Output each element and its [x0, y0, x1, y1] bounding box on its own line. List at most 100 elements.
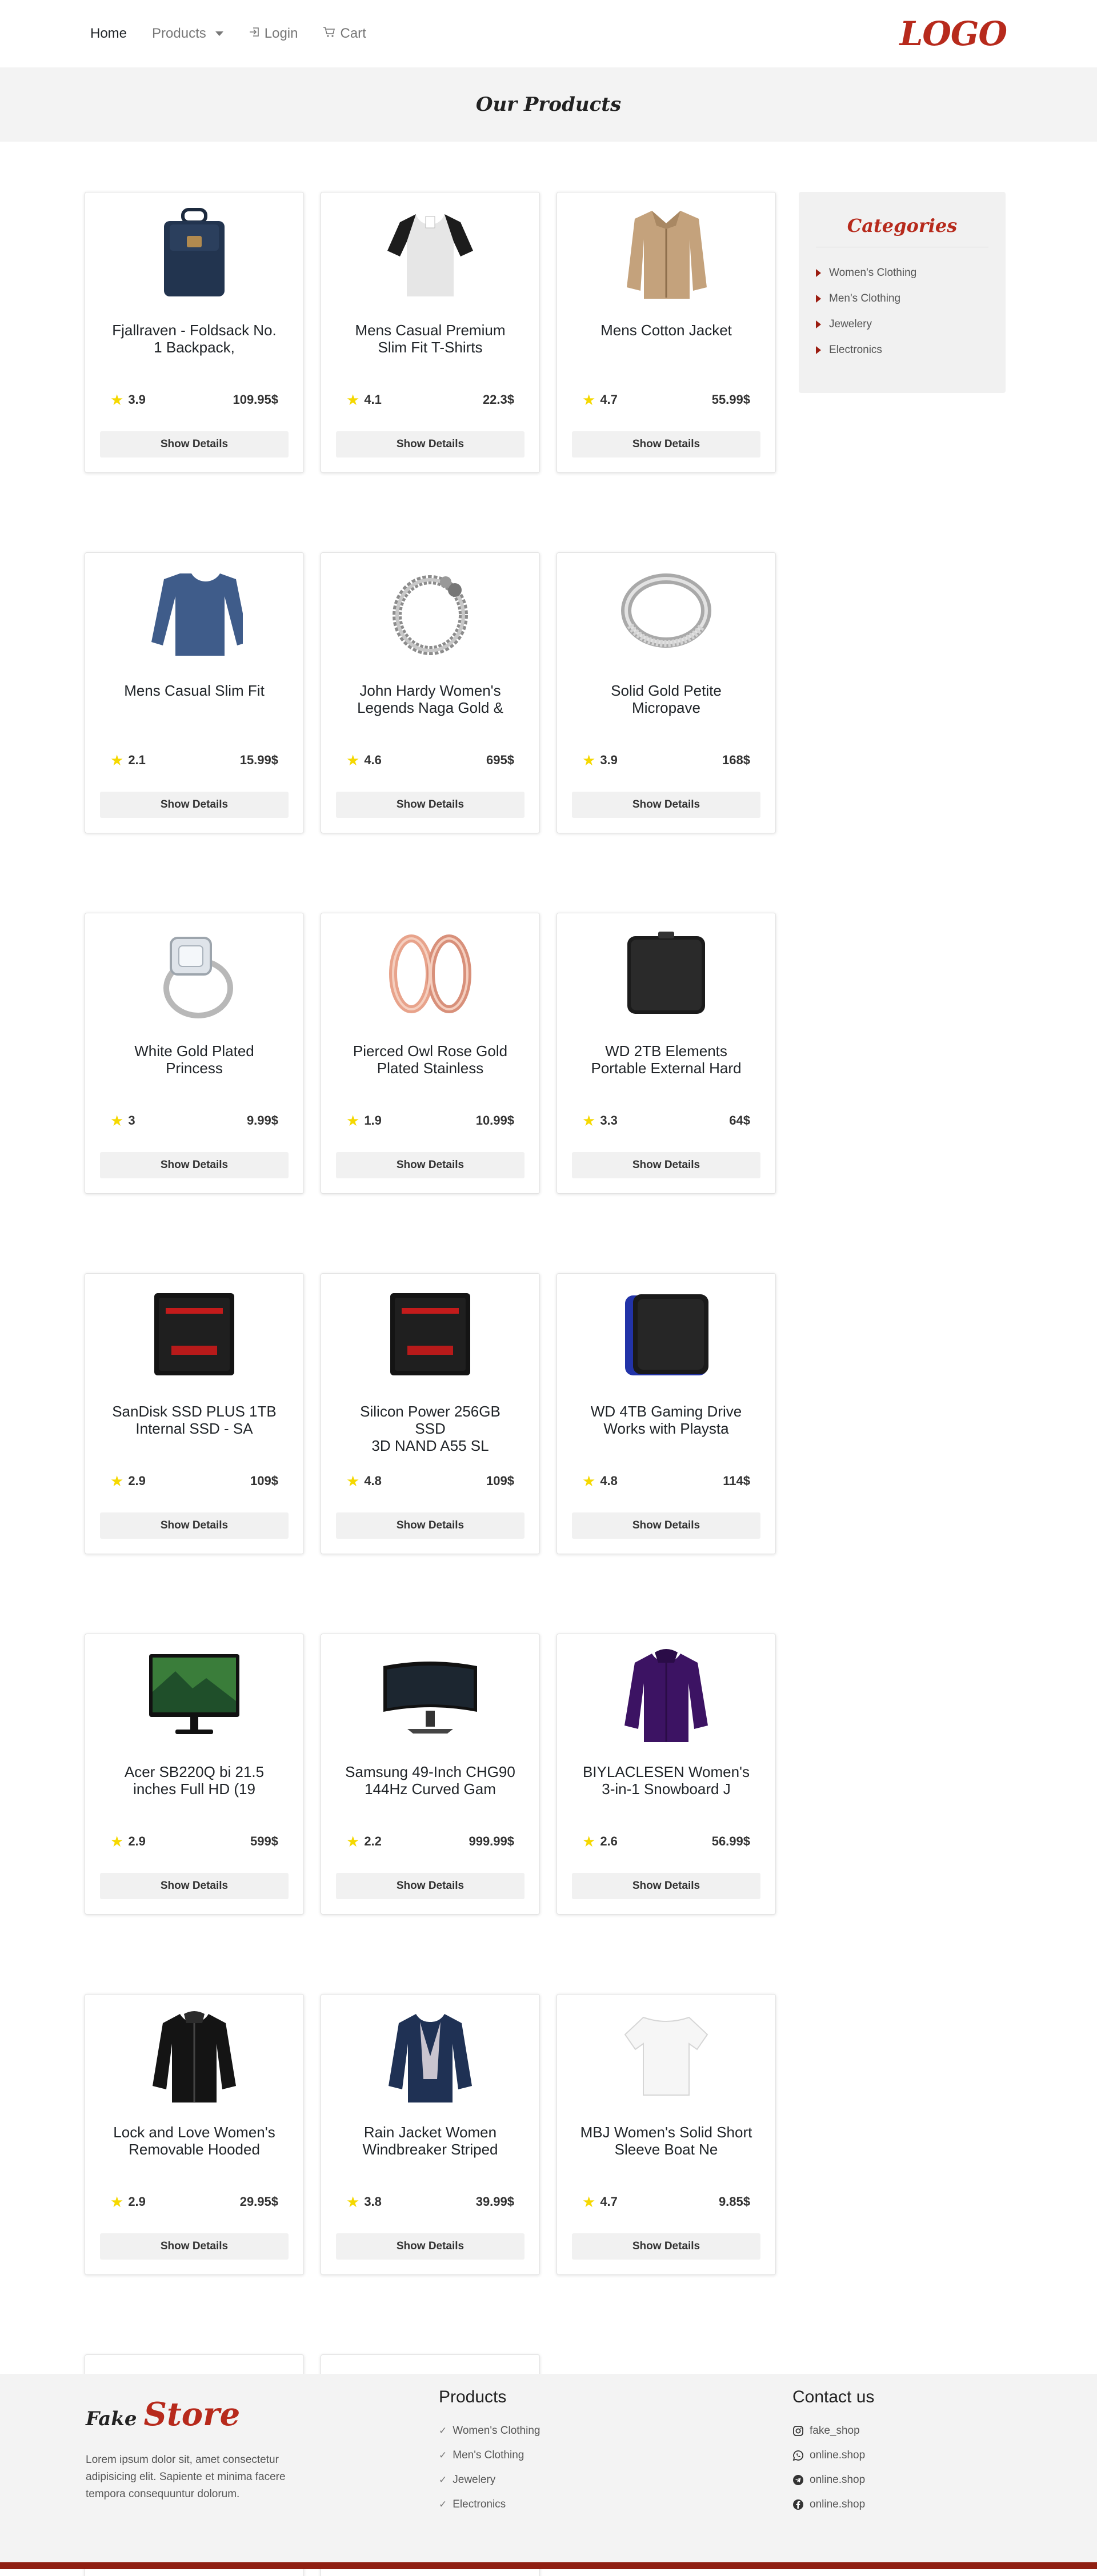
- product-card[interactable]: Rain Jacket Women Windbreaker Striped ★ 3.8…: [321, 1994, 540, 2275]
- show-details-button[interactable]: Show Details: [336, 431, 525, 458]
- product-card[interactable]: John Hardy Women's Legends Naga Gold & ★ 4.…: [321, 552, 540, 833]
- product-card[interactable]: MBJ Women's Solid Short Sleeve Boat Ne ★ 4.…: [556, 1994, 776, 2275]
- categories-sidebar: Categories Women's Clothing Men's Clothi…: [799, 192, 1006, 393]
- category-item-jewelery[interactable]: Jewelery: [816, 311, 988, 337]
- footer-product-link[interactable]: ✓ Men's Clothing: [439, 2443, 540, 2467]
- footer-description: Lorem ipsum dolor sit, amet consectetur …: [86, 2454, 286, 2500]
- product-card[interactable]: BIYLACLESEN Women's 3-in-1 Snowboard J ★ 2.…: [556, 1634, 776, 1915]
- footer-product-link[interactable]: ✓ Electronics: [439, 2492, 540, 2517]
- product-title-line: Princess: [166, 1060, 223, 1077]
- category-item-mens-clothing[interactable]: Men's Clothing: [816, 286, 988, 311]
- product-card[interactable]: White Gold Plated Princess ★ 3 9.99$ Show Det…: [85, 913, 304, 1194]
- product-rating: ★ 4.8: [582, 1474, 618, 1488]
- product-title-line: inches Full HD (19: [133, 1780, 255, 1797]
- product-rating-value: 3.8: [364, 2194, 382, 2209]
- bracelet-icon[interactable]: [321, 564, 539, 663]
- ring-icon[interactable]: [557, 564, 775, 663]
- product-card[interactable]: WD 2TB Elements Portable External Hard ★ 3.…: [556, 913, 776, 1194]
- tshirt-icon[interactable]: [321, 204, 539, 302]
- show-details-button[interactable]: Show Details: [100, 1512, 289, 1539]
- nav-login-link[interactable]: Login: [249, 26, 298, 42]
- longsleeve-icon[interactable]: [85, 564, 303, 663]
- product-price: 168$: [722, 753, 750, 767]
- category-item-womens-clothing[interactable]: Women's Clothing: [816, 260, 988, 286]
- show-details-button[interactable]: Show Details: [336, 1152, 525, 1178]
- show-details-button[interactable]: Show Details: [572, 1512, 760, 1539]
- product-card[interactable]: Fjallraven - Foldsack No. 1 Backpack, ★ 3.9…: [85, 192, 304, 473]
- product-card[interactable]: Mens Casual Premium Slim Fit T-Shirts ★ 4.1…: [321, 192, 540, 473]
- product-title: WD 2TB Elements Portable External Hard: [580, 1042, 752, 1077]
- ssd-icon[interactable]: [321, 1285, 539, 1383]
- show-details-button[interactable]: Show Details: [336, 1512, 525, 1539]
- product-card[interactable]: Solid Gold Petite Micropave ★ 3.9 168$ Show D…: [556, 552, 776, 833]
- product-card[interactable]: Mens Cotton Jacket ★ 4.7 55.99$ Show Details: [556, 192, 776, 473]
- product-card[interactable]: SanDisk SSD PLUS 1TB Internal SSD - SA ★ 2.…: [85, 1273, 304, 1554]
- show-details-button[interactable]: Show Details: [336, 1873, 525, 1899]
- show-details-button[interactable]: Show Details: [100, 1152, 289, 1178]
- white-top-icon[interactable]: [557, 2006, 775, 2104]
- nav-cart-link[interactable]: Cart: [323, 26, 366, 42]
- show-details-button[interactable]: Show Details: [572, 792, 760, 818]
- product-price: 9.85$: [718, 2194, 750, 2209]
- product-meta: ★ 3 9.99$: [110, 1113, 278, 1128]
- show-details-button[interactable]: Show Details: [572, 1152, 760, 1178]
- show-details-button[interactable]: Show Details: [572, 1873, 760, 1899]
- show-details-button[interactable]: Show Details: [100, 1873, 289, 1899]
- hard-drive-icon[interactable]: [557, 925, 775, 1023]
- product-card[interactable]: Mens Casual Slim Fit ★ 2.1 15.99$ Show Detai…: [85, 552, 304, 833]
- contact-whatsapp-link[interactable]: online.shop: [792, 2443, 874, 2467]
- show-details-button[interactable]: Show Details: [572, 2233, 760, 2260]
- product-card[interactable]: Pierced Owl Rose Gold Plated Stainless ★ 1.…: [321, 913, 540, 1194]
- ssd-icon[interactable]: [85, 1285, 303, 1383]
- product-price: 10.99$: [475, 1113, 514, 1127]
- earrings-icon[interactable]: [321, 925, 539, 1023]
- star-icon: ★: [582, 1833, 596, 1850]
- facebook-icon: [792, 2499, 804, 2510]
- contact-instagram-link[interactable]: fake_shop: [792, 2418, 874, 2443]
- show-details-button[interactable]: Show Details: [100, 792, 289, 818]
- product-rating-value: 3.3: [600, 1113, 618, 1127]
- footer-product-link[interactable]: ✓ Women's Clothing: [439, 2418, 540, 2443]
- gaming-drive-icon[interactable]: [557, 1285, 775, 1383]
- product-rating: ★ 1.9: [346, 1113, 382, 1128]
- category-item-electronics[interactable]: Electronics: [816, 337, 988, 363]
- product-title-line: Plated Stainless: [377, 1060, 484, 1077]
- jacket-icon[interactable]: [557, 204, 775, 302]
- product-rating-value: 4.8: [600, 1474, 618, 1488]
- show-details-button[interactable]: Show Details: [100, 431, 289, 458]
- backpack-icon[interactable]: [85, 204, 303, 302]
- show-details-button[interactable]: Show Details: [572, 431, 760, 458]
- snow-jacket-icon[interactable]: [557, 1646, 775, 1744]
- contact-facebook-link[interactable]: online.shop: [792, 2492, 874, 2517]
- show-details-button[interactable]: Show Details: [336, 792, 525, 818]
- product-card[interactable]: Samsung 49-Inch CHG90 144Hz Curved Gam ★ 2.…: [321, 1634, 540, 1915]
- product-rating-value: 2.1: [128, 753, 146, 767]
- curved-monitor-icon[interactable]: [321, 1646, 539, 1744]
- product-meta: ★ 3.9 109.95$: [110, 392, 278, 407]
- categories-title: Categories: [816, 215, 988, 247]
- rain-jacket-icon[interactable]: [321, 2006, 539, 2104]
- diamond-ring-icon[interactable]: [85, 925, 303, 1023]
- footer-product-link[interactable]: ✓ Jewelery: [439, 2467, 540, 2492]
- monitor-icon[interactable]: [85, 1646, 303, 1744]
- product-title: Mens Cotton Jacket: [580, 322, 752, 339]
- product-title: Fjallraven - Foldsack No. 1 Backpack,: [108, 322, 281, 356]
- leather-jacket-icon[interactable]: [85, 2006, 303, 2104]
- footer-products-title: Products: [439, 2388, 507, 2406]
- footer-contact-list: fake_shop online.shop online.shop online…: [792, 2418, 874, 2517]
- product-price: 999.99$: [469, 1834, 514, 1848]
- site-logo[interactable]: LOGO: [900, 14, 1007, 53]
- product-card[interactable]: WD 4TB Gaming Drive Works with Playsta ★ 4.…: [556, 1273, 776, 1554]
- product-price: 39.99$: [475, 2194, 514, 2209]
- nav-home-link[interactable]: Home: [90, 26, 127, 42]
- show-details-button[interactable]: Show Details: [100, 2233, 289, 2260]
- footer-brand[interactable]: Fake Store: [86, 2396, 240, 2433]
- product-card[interactable]: Silicon Power 256GB SSD 3D NAND A55 SL ★ 4.…: [321, 1273, 540, 1554]
- product-card[interactable]: Acer SB220Q bi 21.5 inches Full HD (19 ★ 2.…: [85, 1634, 304, 1915]
- show-details-button[interactable]: Show Details: [336, 2233, 525, 2260]
- contact-telegram-link[interactable]: online.shop: [792, 2467, 874, 2492]
- product-price: 9.99$: [246, 1113, 278, 1127]
- product-grid: Fjallraven - Foldsack No. 1 Backpack, ★ 3.9…: [85, 192, 777, 2576]
- nav-products-dropdown[interactable]: Products: [152, 26, 223, 42]
- product-card[interactable]: Lock and Love Women's Removable Hooded ★ 2.…: [85, 1994, 304, 2275]
